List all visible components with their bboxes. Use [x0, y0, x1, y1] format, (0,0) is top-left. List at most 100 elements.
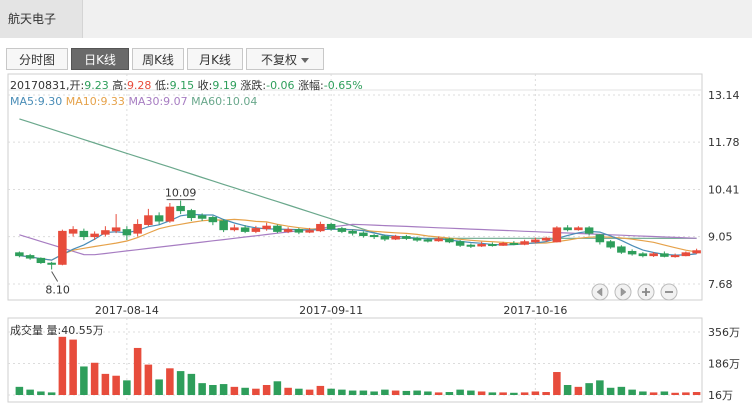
info-close-label: 收: — [197, 79, 213, 92]
candle-body — [681, 252, 691, 257]
candle-body — [455, 241, 465, 246]
volume-bar — [639, 391, 647, 395]
candle-body — [197, 215, 207, 219]
candle-body — [111, 227, 121, 232]
candle-body — [369, 235, 379, 238]
volume-bar — [295, 388, 303, 395]
volume-bar — [434, 392, 443, 395]
volume-bar — [531, 391, 540, 395]
candle-body — [90, 233, 99, 238]
candle-body — [617, 246, 626, 253]
volume-bar — [26, 389, 34, 395]
candle-body — [273, 225, 282, 232]
volume-bar — [284, 387, 292, 395]
candle-body — [520, 241, 529, 245]
ma5-legend: MA5:9.30 — [10, 95, 63, 108]
ma30-legend: MA30:9.07 — [128, 95, 188, 108]
volume-bar — [606, 387, 615, 395]
info-change: -0.06 — [266, 79, 295, 92]
volume-bar — [359, 390, 368, 395]
volume-tick-label: 356万 — [708, 326, 740, 339]
ma10-legend: MA10:9.33 — [65, 95, 125, 108]
info-pct: -0.65% — [323, 79, 363, 92]
volume-bar — [338, 389, 346, 395]
volume-bar — [112, 375, 120, 395]
max-price-annotation: 10.09 — [165, 187, 197, 200]
info-open: 9.23 — [84, 79, 109, 92]
candle-body — [294, 229, 304, 233]
info-low-label: 低: — [154, 79, 170, 92]
candle-body — [531, 239, 540, 243]
info-open-label: 开: — [69, 79, 85, 92]
volume-bar — [155, 379, 163, 395]
candle-body — [58, 230, 67, 265]
candle-body — [283, 229, 293, 232]
volume-bar — [413, 390, 421, 395]
volume-bar — [617, 386, 626, 395]
candle-body — [541, 237, 551, 241]
info-close: 9.19 — [212, 79, 237, 92]
price-tick-label: 11.78 — [708, 136, 740, 149]
volume-bar — [262, 384, 271, 395]
volume-bar — [391, 390, 400, 395]
volume-bar — [628, 389, 636, 395]
candle-body — [380, 236, 390, 240]
candle-body — [47, 262, 56, 265]
volume-bar — [47, 392, 56, 395]
candle-body — [240, 227, 250, 232]
info-high-label: 高: — [112, 79, 127, 92]
volume-bar — [499, 392, 507, 395]
info-change-label: 涨跌: — [240, 79, 267, 92]
candle-body — [316, 223, 325, 232]
price-tick-label: 10.41 — [708, 184, 740, 197]
price-tick-label: 9.05 — [708, 231, 733, 244]
candle-body — [79, 230, 89, 238]
candle-body — [68, 229, 78, 234]
volume-bar — [273, 381, 282, 395]
volume-bar — [520, 392, 529, 395]
volume-bar — [123, 380, 131, 395]
price-tick-label: 13.14 — [708, 89, 740, 102]
volume-bar — [327, 388, 335, 395]
candle-body — [348, 230, 357, 234]
volume-bar — [477, 391, 486, 395]
volume-bar — [15, 386, 24, 395]
candle-body — [133, 223, 142, 234]
candle-body — [498, 243, 508, 246]
ohlc-info: 20170831,开:9.23 高:9.28 低:9.15 收:9.19 涨跌:… — [10, 77, 363, 93]
min-price-annotation: 8.10 — [45, 283, 70, 296]
candle-body — [412, 237, 422, 241]
candle-body — [606, 241, 615, 248]
volume-bar — [510, 392, 518, 395]
candle-body — [423, 239, 433, 242]
candle-body — [563, 227, 572, 231]
volume-bar — [682, 392, 690, 395]
volume-tick-label: 186万 — [708, 358, 740, 371]
candle-body — [595, 234, 605, 243]
volume-bar — [649, 392, 658, 395]
ma10-line — [19, 218, 697, 261]
volume-bar — [553, 372, 561, 395]
candle-body — [154, 215, 164, 222]
ma-legend: MA5:9.30 MA10:9.33 MA30:9.07 MA60:10.04 — [10, 95, 257, 108]
ma60-line — [19, 118, 697, 239]
volume-bar — [660, 391, 669, 395]
candle-body — [660, 253, 669, 257]
candle-body — [466, 244, 476, 247]
info-high: 9.28 — [126, 79, 152, 92]
candle-body — [208, 217, 218, 223]
candle-body — [165, 206, 175, 222]
candle-body — [434, 238, 443, 242]
volume-bar — [305, 389, 314, 395]
volume-bar — [133, 347, 142, 395]
volume-bar — [381, 389, 389, 395]
candle-body — [144, 215, 153, 225]
candle-body — [488, 244, 497, 247]
candle-body — [15, 252, 24, 257]
candle-body — [574, 227, 583, 231]
volume-bar — [467, 390, 475, 395]
candle-body — [670, 255, 680, 258]
volume-bar — [144, 364, 153, 395]
volume-bar — [101, 373, 110, 395]
candle-body — [584, 227, 594, 234]
